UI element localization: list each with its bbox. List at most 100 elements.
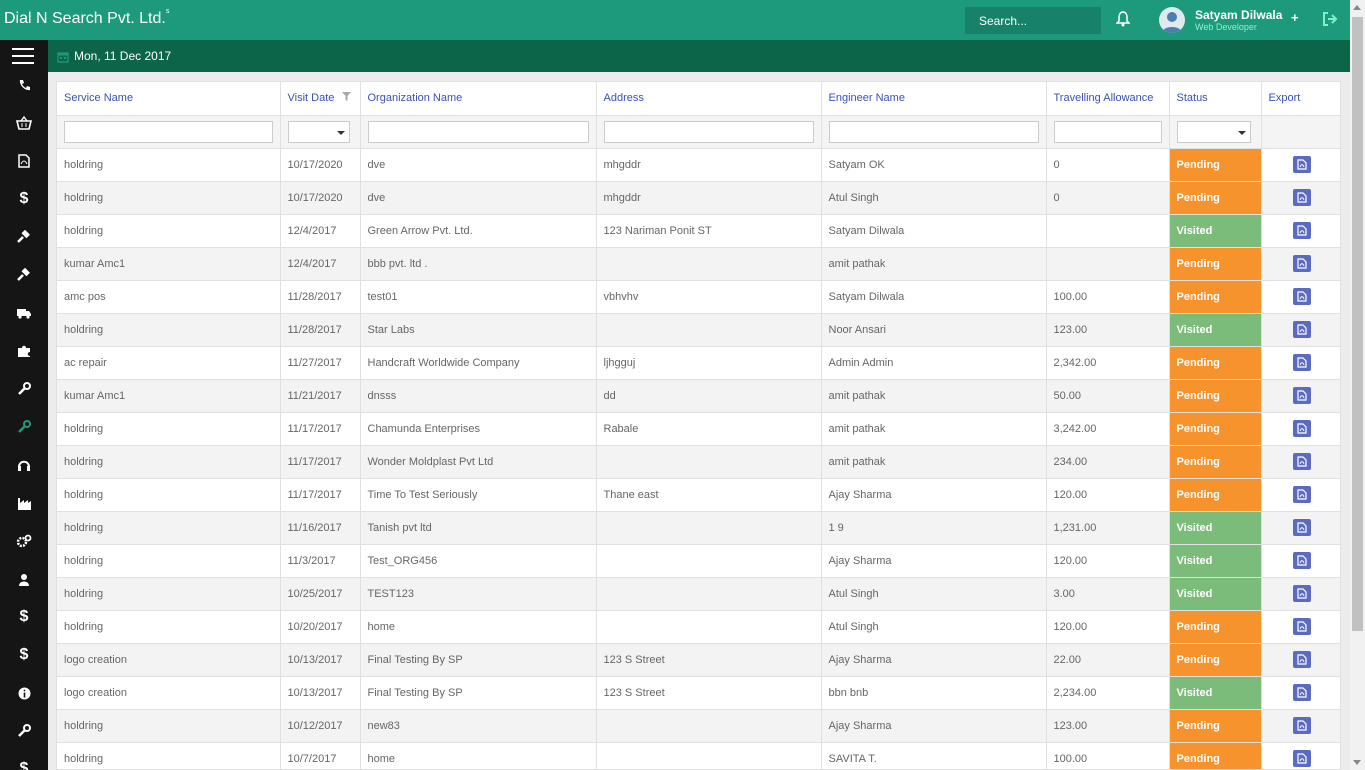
table-row[interactable]: holdring 10/17/2020 dve mhgddr Satyam OK 0 Pen… bbox=[57, 147, 1340, 181]
engineer-name-cell: Noor Ansari bbox=[821, 312, 1047, 346]
engineer-name-filter-input[interactable] bbox=[828, 120, 1039, 143]
engineer-name-cell: Satyam Dilwala bbox=[821, 279, 1047, 313]
sidebar-phone-icon[interactable] bbox=[0, 66, 48, 104]
address-filter-input[interactable] bbox=[603, 120, 814, 143]
sidebar-info-icon[interactable] bbox=[0, 674, 48, 712]
export-pdf-icon[interactable] bbox=[1292, 684, 1311, 701]
travelling-allowance-cell: 1,231.00 bbox=[1046, 510, 1170, 544]
filter-icon[interactable] bbox=[342, 92, 352, 104]
column-header-export[interactable]: Export bbox=[1261, 82, 1340, 115]
table-row[interactable]: holdring 11/16/2017 Tanish pvt ltd 1 9 1,231… bbox=[57, 510, 1340, 544]
travelling-allowance-filter-input[interactable] bbox=[1053, 120, 1162, 143]
scroll-down-arrow-icon[interactable] bbox=[1353, 760, 1361, 765]
table-row[interactable]: kumar Amc1 12/4/2017 bbb pvt. ltd . amit pa… bbox=[57, 246, 1340, 280]
export-pdf-icon[interactable] bbox=[1292, 750, 1311, 768]
search-input[interactable]: Search... bbox=[965, 7, 1101, 34]
table-row[interactable]: ac repair 11/27/2017 Handcraft Worldwide C… bbox=[57, 345, 1340, 379]
sidebar-dollar-icon[interactable]: $ bbox=[0, 598, 48, 636]
logout-icon[interactable] bbox=[1322, 11, 1338, 32]
column-header-travelling-allowance[interactable]: Travelling Allowance bbox=[1046, 82, 1170, 115]
service-name-cell: amc pos bbox=[57, 279, 281, 313]
export-pdf-icon[interactable] bbox=[1292, 618, 1311, 635]
travelling-allowance-cell: 2,234.00 bbox=[1046, 675, 1170, 709]
brand-title[interactable]: Dial N Search Pvt. Ltd.s bbox=[4, 8, 169, 28]
sidebar-dollar-icon[interactable]: $ bbox=[0, 180, 48, 218]
export-cell bbox=[1261, 213, 1340, 247]
column-header-service-name[interactable]: Service Name bbox=[57, 82, 281, 115]
table-row[interactable]: holdring 10/20/2017 home Atul Singh 120.00 Pe… bbox=[57, 609, 1340, 643]
column-header-status[interactable]: Status bbox=[1169, 82, 1262, 115]
table-row[interactable]: holdring 10/17/2020 dve mhgddr Atul Singh 0 Pe… bbox=[57, 180, 1340, 214]
sidebar-gavel-icon[interactable] bbox=[0, 218, 48, 256]
table-row[interactable]: holdring 11/17/2017 Wonder Moldplast Pvt L… bbox=[57, 444, 1340, 478]
table-row[interactable]: holdring 10/7/2017 home SAVITA T. 100.00 Pend… bbox=[57, 741, 1340, 769]
export-pdf-icon[interactable] bbox=[1292, 453, 1311, 470]
sidebar-basket-icon[interactable] bbox=[0, 104, 48, 142]
export-pdf-icon[interactable] bbox=[1292, 486, 1311, 503]
sidebar-industry-icon[interactable] bbox=[0, 484, 48, 522]
travelling-allowance-cell: 0 bbox=[1046, 147, 1170, 181]
address-cell bbox=[596, 444, 822, 478]
sidebar-dollar-icon[interactable]: $ bbox=[0, 750, 48, 770]
table-row[interactable]: holdring 10/12/2017 new83 Ajay Sharma 123.00… bbox=[57, 708, 1340, 742]
engineer-name-cell: Ajay Sharma bbox=[821, 477, 1047, 511]
export-pdf-icon[interactable] bbox=[1292, 255, 1311, 272]
export-pdf-icon[interactable] bbox=[1292, 189, 1311, 206]
sidebar-gavel-icon[interactable] bbox=[0, 256, 48, 294]
status-filter-select[interactable] bbox=[1176, 120, 1251, 143]
export-pdf-icon[interactable] bbox=[1292, 156, 1311, 173]
table-row[interactable]: holdring 10/25/2017 TEST123 Atul Singh 3.00 V… bbox=[57, 576, 1340, 610]
sidebar-wrench-icon[interactable] bbox=[0, 712, 48, 750]
travelling-allowance-cell: 2,342.00 bbox=[1046, 345, 1170, 379]
organization-name-filter-input[interactable] bbox=[367, 120, 589, 143]
user-name[interactable]: Satyam Dilwala bbox=[1195, 8, 1282, 22]
sidebar-puzzle-icon[interactable] bbox=[0, 332, 48, 370]
visit-date-cell: 11/17/2017 bbox=[280, 477, 361, 511]
bell-icon[interactable] bbox=[1115, 11, 1131, 32]
hamburger-menu-icon[interactable] bbox=[12, 48, 34, 64]
scroll-up-arrow-icon[interactable] bbox=[1353, 5, 1361, 10]
export-pdf-icon[interactable] bbox=[1292, 288, 1311, 305]
scrollbar-thumb[interactable] bbox=[1352, 17, 1363, 631]
column-header-visit-date[interactable]: Visit Date bbox=[280, 82, 361, 115]
export-pdf-icon[interactable] bbox=[1292, 717, 1311, 734]
export-pdf-icon[interactable] bbox=[1292, 222, 1311, 239]
table-row[interactable]: holdring 12/4/2017 Green Arrow Pvt. Ltd. 12… bbox=[57, 213, 1340, 247]
column-header-organization-name[interactable]: Organization Name bbox=[360, 82, 597, 115]
export-pdf-icon[interactable] bbox=[1292, 420, 1311, 437]
column-header-address[interactable]: Address bbox=[596, 82, 822, 115]
plus-icon[interactable]: + bbox=[1291, 10, 1299, 25]
visit-date-filter-select[interactable] bbox=[287, 120, 350, 143]
table-row[interactable]: amc pos 11/28/2017 test01 vbhvhv Satyam Dilw… bbox=[57, 279, 1340, 313]
travelling-allowance-cell: 120.00 bbox=[1046, 609, 1170, 643]
sidebar-pdf-file-icon[interactable] bbox=[0, 142, 48, 180]
sidebar-wrench-active-icon[interactable] bbox=[0, 408, 48, 446]
sidebar-truck-icon[interactable] bbox=[0, 294, 48, 332]
table-row[interactable]: kumar Amc1 11/21/2017 dnsss dd amit pathak 50… bbox=[57, 378, 1340, 412]
export-pdf-icon[interactable] bbox=[1292, 519, 1311, 536]
export-pdf-icon[interactable] bbox=[1292, 387, 1311, 404]
table-row[interactable]: holdring 11/17/2017 Time To Test Seriously… bbox=[57, 477, 1340, 511]
table-row[interactable]: holdring 11/17/2017 Chamunda Enterprises Ra… bbox=[57, 411, 1340, 445]
column-header-engineer-name[interactable]: Engineer Name bbox=[821, 82, 1047, 115]
avatar[interactable] bbox=[1159, 7, 1185, 33]
export-pdf-icon[interactable] bbox=[1292, 585, 1311, 602]
address-cell: dd bbox=[596, 378, 822, 412]
sidebar-cogs-icon[interactable] bbox=[0, 522, 48, 560]
export-pdf-icon[interactable] bbox=[1292, 552, 1311, 569]
travelling-allowance-cell: 3.00 bbox=[1046, 576, 1170, 610]
visit-date-cell: 11/21/2017 bbox=[280, 378, 361, 412]
export-pdf-icon[interactable] bbox=[1292, 651, 1311, 668]
table-row[interactable]: logo creation 10/13/2017 Final Testing By … bbox=[57, 642, 1340, 676]
export-pdf-icon[interactable] bbox=[1292, 321, 1311, 338]
service-name-filter-input[interactable] bbox=[64, 120, 273, 143]
sidebar-headphones-icon[interactable] bbox=[0, 446, 48, 484]
table-row[interactable]: holdring 11/28/2017 Star Labs Noor Ansari 12… bbox=[57, 312, 1340, 346]
sidebar-user-icon[interactable] bbox=[0, 560, 48, 598]
sidebar-dollar-icon[interactable]: $ bbox=[0, 636, 48, 674]
export-pdf-icon[interactable] bbox=[1292, 354, 1311, 371]
table-row[interactable]: logo creation 10/13/2017 Final Testing By … bbox=[57, 675, 1340, 709]
organization-name-cell: dve bbox=[360, 180, 597, 214]
table-row[interactable]: holdring 11/3/2017 Test_ORG456 Ajay Sharma 1… bbox=[57, 543, 1340, 577]
sidebar-wrench-icon[interactable] bbox=[0, 370, 48, 408]
